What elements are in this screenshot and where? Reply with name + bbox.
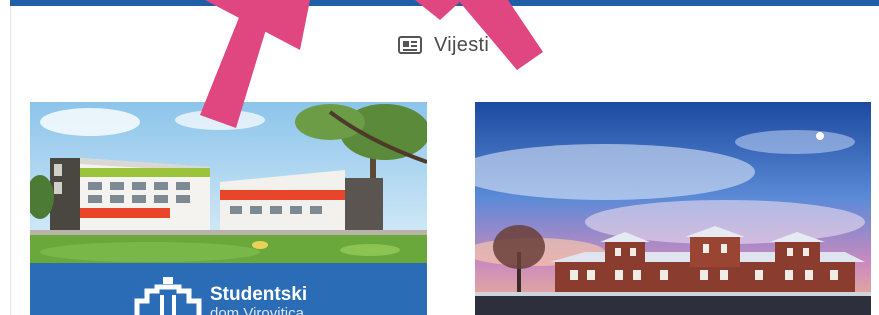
top-accent-bar [10, 0, 879, 6]
student-dorm-subtitle: dom Virovitica [210, 305, 304, 315]
newspaper-icon [398, 36, 422, 54]
student-dorm-image[interactable] [30, 102, 427, 263]
historic-building-image[interactable] [475, 102, 871, 315]
news-card-historic-building[interactable] [475, 102, 871, 315]
student-dorm-banner: Studentski dom Virovitica [30, 263, 427, 315]
student-dorm-title: Studentski [210, 284, 308, 305]
student-dorm-logo-icon [134, 277, 202, 315]
section-title[interactable]: Vijesti [434, 34, 489, 57]
section-header: Vijesti [398, 30, 489, 60]
news-card-student-dorm[interactable]: Studentski dom Virovitica [30, 102, 427, 315]
